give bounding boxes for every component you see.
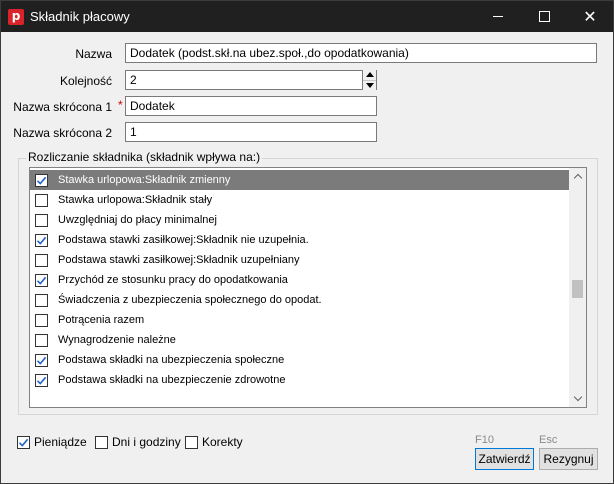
spin-up-button[interactable] bbox=[363, 70, 376, 81]
checklist-checkbox[interactable] bbox=[35, 213, 48, 227]
app-logo-icon: p bbox=[8, 9, 24, 25]
checklist-item-label: Podstawa stawki zasiłkowej:Składnik uzup… bbox=[58, 254, 300, 266]
title-bar[interactable]: p Składnik płacowy ✕ bbox=[1, 1, 613, 32]
checklist-item-label: Podstawa składki na ubezpieczenia społec… bbox=[58, 354, 285, 366]
scroll-down-button[interactable] bbox=[569, 390, 586, 407]
checklist-item[interactable]: Świadczenia z ubezpieczenia społecznego … bbox=[30, 290, 569, 310]
checklist-item[interactable]: Podstawa stawki zasiłkowej:Składnik nie … bbox=[30, 230, 569, 250]
checklist-item[interactable]: Uwzględniaj do płacy minimalnej bbox=[30, 210, 569, 230]
cancel-button[interactable]: Rezygnuj bbox=[539, 448, 598, 470]
scrollbar-thumb[interactable] bbox=[572, 280, 583, 298]
checklist-checkbox[interactable] bbox=[35, 233, 48, 247]
checklist-checkbox[interactable] bbox=[35, 193, 48, 207]
checklist-checkbox[interactable] bbox=[35, 333, 48, 347]
order-spinner[interactable] bbox=[362, 70, 376, 90]
checklist-checkbox[interactable] bbox=[35, 353, 48, 367]
checklist-item-label: Świadczenia z ubezpieczenia społecznego … bbox=[58, 294, 322, 306]
arrow-up-icon bbox=[365, 72, 374, 78]
chevron-down-icon bbox=[573, 392, 582, 402]
checkmark-icon bbox=[18, 438, 29, 447]
checkbox-box[interactable] bbox=[95, 435, 108, 449]
checklist-item[interactable]: Podstawa stawki zasiłkowej:Składnik uzup… bbox=[30, 250, 569, 270]
dialog-window: p Składnik płacowy ✕ Nazwa Dodatek (pods… bbox=[0, 0, 614, 484]
checklist-item[interactable]: Stawka urlopowa:Składnik zmienny bbox=[30, 170, 569, 190]
maximize-icon bbox=[538, 11, 550, 22]
checklist-item-label: Stawka urlopowa:Składnik stały bbox=[58, 194, 213, 206]
checklist-item[interactable]: Wynagrodzenie należne bbox=[30, 330, 569, 350]
checkmark-icon bbox=[36, 276, 47, 285]
name-input[interactable]: Dodatek (podst.skł.na ubez.społ.,do opod… bbox=[125, 43, 597, 63]
minimize-button[interactable] bbox=[475, 1, 521, 32]
short-name-2-input[interactable]: 1 bbox=[125, 122, 377, 142]
checklist-item-label: Podstawa składki na ubezpieczenie zdrowo… bbox=[58, 374, 286, 386]
checklist-item-label: Przychód ze stosunku pracy do opodatkowa… bbox=[58, 274, 288, 286]
checklist-checkbox[interactable] bbox=[35, 253, 48, 267]
money-checkbox[interactable]: Pieniądze bbox=[17, 435, 87, 449]
window-title: Składnik płacowy bbox=[30, 9, 130, 24]
chevron-up-icon bbox=[573, 173, 582, 183]
settlement-checklist[interactable]: Stawka urlopowa:Składnik zmienny Stawka u… bbox=[29, 167, 587, 408]
checklist-item-label: Stawka urlopowa:Składnik zmienny bbox=[58, 174, 231, 186]
checkmark-icon bbox=[36, 236, 47, 245]
checklist-checkbox[interactable] bbox=[35, 293, 48, 307]
corrections-checkbox[interactable]: Korekty bbox=[185, 435, 243, 449]
checklist-item-label: Wynagrodzenie należne bbox=[58, 334, 176, 346]
checkmark-icon bbox=[36, 356, 47, 365]
checkbox-box[interactable] bbox=[17, 435, 30, 449]
days-hours-label: Dni i godziny bbox=[112, 435, 181, 449]
corrections-label: Korekty bbox=[202, 435, 243, 449]
checklist-item-label: Potrącenia razem bbox=[58, 314, 145, 326]
checkmark-icon bbox=[36, 176, 47, 185]
checklist-checkbox[interactable] bbox=[35, 173, 48, 187]
scroll-up-button[interactable] bbox=[569, 168, 586, 185]
checklist-checkbox[interactable] bbox=[35, 373, 48, 387]
days-hours-checkbox[interactable]: Dni i godziny bbox=[95, 435, 181, 449]
checklist-item[interactable]: Podstawa składki na ubezpieczenie zdrowo… bbox=[30, 370, 569, 390]
arrow-down-icon bbox=[365, 82, 374, 88]
maximize-button[interactable] bbox=[521, 1, 567, 32]
settlement-group-title: Rozliczanie składnika (składnik wpływa n… bbox=[26, 150, 263, 164]
order-spinner-input[interactable]: 2 bbox=[125, 70, 377, 90]
checklist-item[interactable]: Przychód ze stosunku pracy do opodatkowa… bbox=[30, 270, 569, 290]
short-name-2-label: Nazwa skrócona 2 bbox=[13, 126, 112, 140]
checkmark-icon bbox=[36, 376, 47, 385]
checklist-item[interactable]: Potrącenia razem bbox=[30, 310, 569, 330]
confirm-shortcut-hint: F10 bbox=[475, 434, 494, 446]
required-marker: * bbox=[118, 98, 123, 112]
order-label: Kolejność bbox=[59, 74, 112, 88]
checklist-checkbox[interactable] bbox=[35, 273, 48, 287]
checklist-item[interactable]: Podstawa składki na ubezpieczenia społec… bbox=[30, 350, 569, 370]
money-label: Pieniądze bbox=[34, 435, 87, 449]
close-button[interactable]: ✕ bbox=[567, 1, 613, 32]
spin-down-button[interactable] bbox=[363, 81, 376, 91]
checklist-item-label: Podstawa stawki zasiłkowej:Składnik nie … bbox=[58, 234, 309, 246]
checklist-item[interactable]: Stawka urlopowa:Składnik stały bbox=[30, 190, 569, 210]
checklist-checkbox[interactable] bbox=[35, 313, 48, 327]
checkbox-box[interactable] bbox=[185, 435, 198, 449]
close-icon: ✕ bbox=[583, 6, 597, 26]
short-name-1-label: Nazwa skrócona 1 bbox=[13, 100, 112, 114]
cancel-shortcut-hint: Esc bbox=[539, 434, 558, 446]
minimize-icon bbox=[493, 16, 503, 17]
short-name-1-input[interactable]: Dodatek bbox=[125, 96, 377, 116]
confirm-button[interactable]: Zatwierdź bbox=[475, 448, 534, 470]
vertical-scrollbar[interactable] bbox=[569, 168, 586, 407]
checklist-item-label: Uwzględniaj do płacy minimalnej bbox=[58, 214, 217, 226]
name-label: Nazwa bbox=[75, 47, 112, 61]
